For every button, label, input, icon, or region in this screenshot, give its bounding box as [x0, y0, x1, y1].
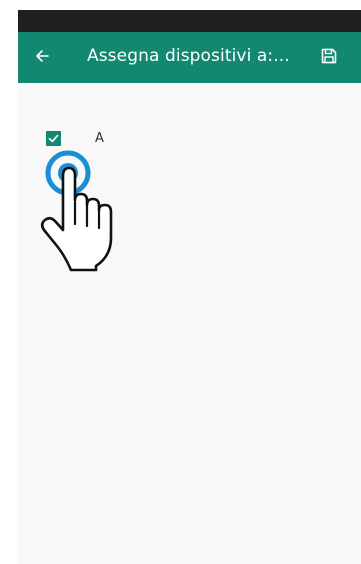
- page-title: Assegna dispositivi a:...: [87, 46, 290, 66]
- back-button[interactable]: [28, 44, 56, 72]
- item-label: A: [95, 131, 104, 146]
- checkmark-icon: [48, 129, 59, 148]
- phone-screen: Assegna dispositivi a:... A: [18, 10, 361, 564]
- tap-hand-icon: [38, 148, 118, 282]
- item-checkbox[interactable]: [46, 131, 61, 146]
- list-item[interactable]: A: [46, 131, 104, 146]
- save-button[interactable]: [315, 44, 343, 72]
- arrow-left-icon: [33, 47, 51, 69]
- app-bar: Assegna dispositivi a:...: [18, 32, 361, 83]
- floppy-disk-icon: [320, 47, 338, 69]
- status-bar: [18, 10, 361, 32]
